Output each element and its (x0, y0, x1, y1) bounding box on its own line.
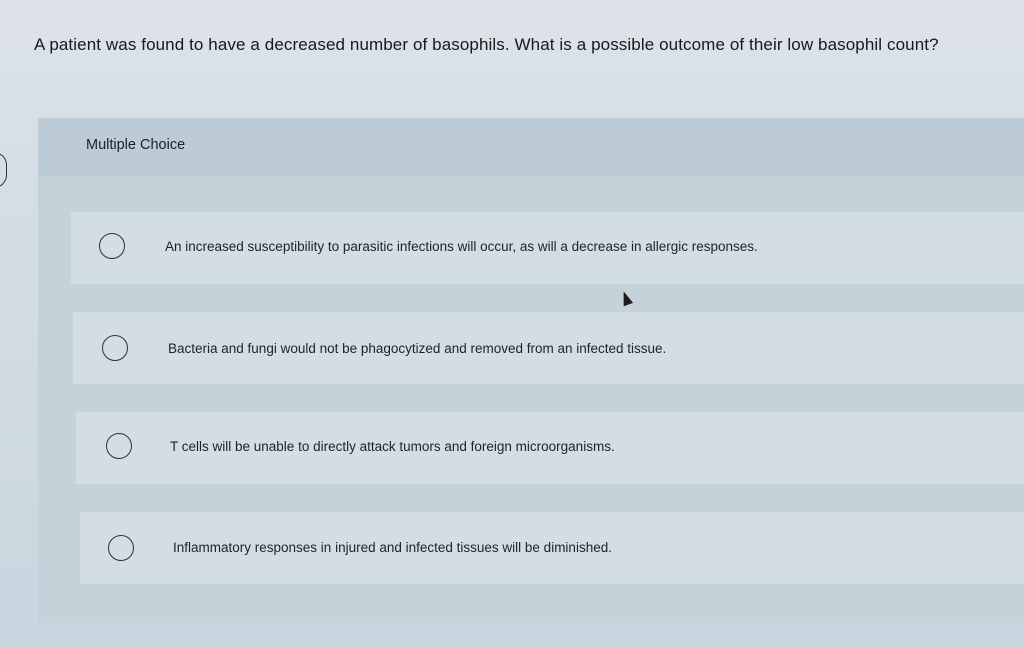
question-type-label: Multiple Choice (86, 137, 186, 153)
radio-unchecked-icon[interactable] (108, 535, 134, 561)
answer-option-label: T cells will be unable to directly attac… (170, 439, 615, 454)
question-text: A patient was found to have a decreased … (34, 35, 939, 54)
radio-unchecked-icon[interactable] (99, 233, 125, 259)
left-edge-bracket (0, 152, 7, 188)
answer-panel: Multiple Choice An increased susceptibil… (38, 118, 1024, 623)
answer-option-4[interactable]: Inflammatory responses in injured and in… (80, 512, 1024, 585)
radio-unchecked-icon[interactable] (102, 335, 128, 361)
answer-option-label: Bacteria and fungi would not be phagocyt… (168, 341, 667, 356)
answer-option-label: Inflammatory responses in injured and in… (173, 540, 612, 555)
panel-header: Multiple Choice (38, 118, 1024, 176)
answer-option-1[interactable]: An increased susceptibility to parasitic… (71, 212, 1024, 285)
answer-option-2[interactable]: Bacteria and fungi would not be phagocyt… (73, 312, 1024, 385)
answer-option-label: An increased susceptibility to parasitic… (165, 239, 758, 254)
radio-unchecked-icon[interactable] (106, 433, 132, 459)
answer-option-3[interactable]: T cells will be unable to directly attac… (76, 412, 1024, 485)
